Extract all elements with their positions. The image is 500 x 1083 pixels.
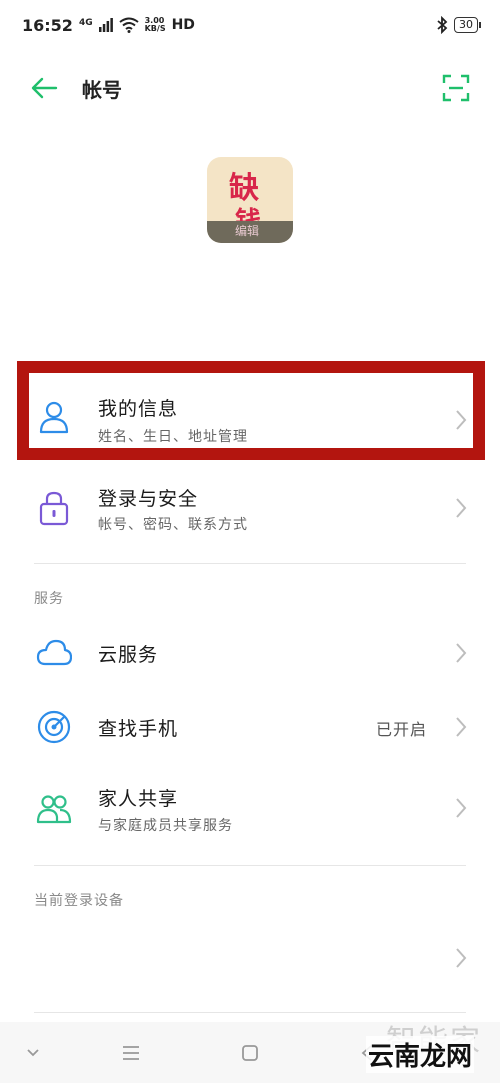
status-time: 16:52 [22,15,73,35]
top-bar: 帐号 [0,62,500,114]
section-label-devices: 当前登录设备 [34,893,124,909]
row-find-phone[interactable]: 查找手机 已开启 [0,696,500,758]
lock-icon [39,491,69,526]
radar-icon [37,710,71,744]
back-arrow-icon[interactable] [30,76,58,100]
row-cloud-service-title: 云服务 [98,644,159,666]
battery-icon: 30 [454,17,481,33]
avatar[interactable]: 缺 钱 编辑 [207,157,293,243]
chevron-right-icon [456,948,467,968]
row-my-info-title: 我的信息 [98,398,179,420]
avatar-edit-label: 编辑 [235,224,260,238]
row-login-security-subtitle: 帐号、密码、联系方式 [98,517,248,533]
row-family-share-subtitle: 与家庭成员共享服务 [98,818,233,834]
watermark-logo-text: 云南龙网 [366,1036,475,1073]
row-current-device[interactable] [0,920,500,996]
chevron-right-icon [456,498,467,518]
chevron-right-icon [456,643,467,663]
wifi-icon [118,17,139,33]
row-find-phone-title: 查找手机 [98,718,179,740]
collapse-chevron-icon[interactable] [22,1042,44,1064]
row-family-share-title: 家人共享 [98,788,179,810]
person-icon [39,401,69,434]
section-label-services: 服务 [34,591,64,607]
chevron-right-icon [456,410,467,430]
page-title: 帐号 [82,78,122,102]
divider [34,563,466,564]
row-login-security-title: 登录与安全 [98,488,199,510]
network-speed: 3.00 KB/S [145,17,166,33]
divider [34,1012,466,1013]
signal-icon [98,18,113,32]
row-my-info[interactable]: 我的信息 姓名、生日、地址管理 [0,380,500,450]
row-cloud-service[interactable]: 云服务 [0,622,500,684]
hd-label: HD [171,17,195,33]
speed-unit: KB/S [144,24,166,33]
menu-icon[interactable] [120,1042,142,1064]
bluetooth-icon [437,16,448,34]
row-login-security[interactable]: 登录与安全 帐号、密码、联系方式 [0,470,500,545]
divider [34,865,466,866]
chevron-right-icon [456,717,467,737]
network-label: 4G [78,17,93,28]
status-bar: 16:52 4G 3.00 KB/S HD 30 [0,0,500,50]
scan-icon[interactable] [442,74,470,102]
cloud-icon [36,639,72,666]
chevron-right-icon [456,798,467,818]
home-icon[interactable] [239,1042,261,1064]
row-family-share[interactable]: 家人共享 与家庭成员共享服务 [0,772,500,844]
row-find-phone-status: 已开启 [376,720,428,739]
row-my-info-subtitle: 姓名、生日、地址管理 [98,429,248,445]
family-icon [36,795,72,824]
